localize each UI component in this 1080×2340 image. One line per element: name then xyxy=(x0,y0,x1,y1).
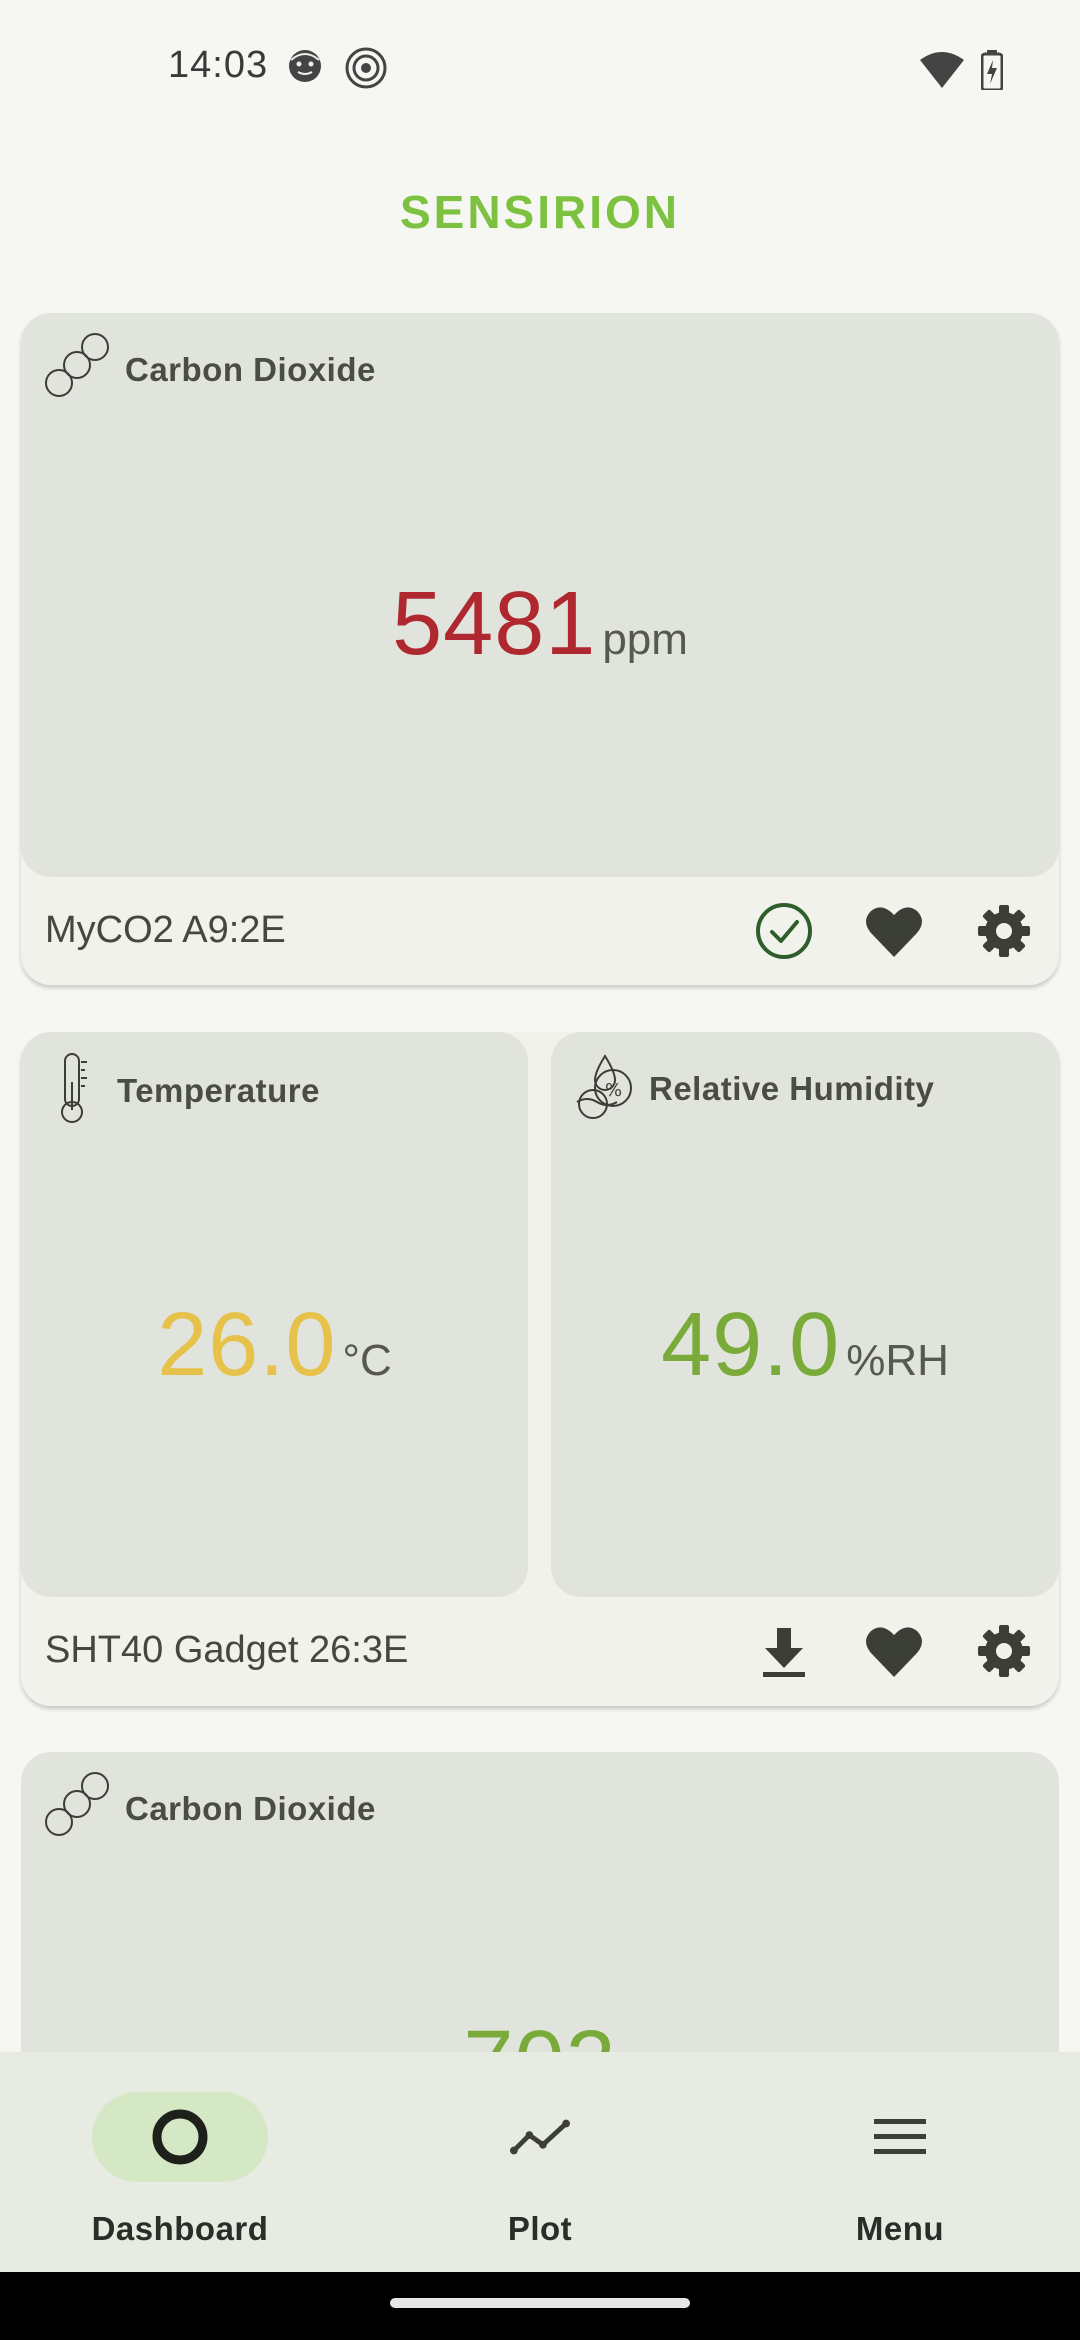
status-time: 14:03 xyxy=(168,44,269,86)
co2-molecule-icon xyxy=(43,1772,111,1845)
tile-title: Relative Humidity xyxy=(649,1069,935,1107)
system-gesture-bar xyxy=(0,2272,1080,2340)
status-bar: 14:03 xyxy=(0,0,1080,140)
reading-unit: °C xyxy=(342,1336,392,1385)
brand-logo: SENSIRION xyxy=(399,186,681,238)
app-screen: 14:03 SENSIRION Carbon Dioxide 5481ppm xyxy=(0,0,1080,2340)
reading-unit: %RH xyxy=(846,1336,949,1385)
humidity-drop-icon: % xyxy=(573,1052,635,1125)
nav-item-plot[interactable]: Plot xyxy=(360,2052,720,2272)
co2-reading: 5481 ppm xyxy=(21,573,1059,676)
tile-title: Carbon Dioxide xyxy=(125,350,376,388)
device-card-co2[interactable]: Carbon Dioxide 5481 ppm MyCO2 A9:2E xyxy=(21,313,1059,985)
battery-charging-icon xyxy=(980,50,1004,95)
co2-molecule-icon xyxy=(43,333,111,406)
thermometer-icon xyxy=(43,1052,103,1129)
target-icon xyxy=(344,46,388,95)
tile-header: % Relative Humidity xyxy=(573,1052,934,1125)
menu-hamburger-icon xyxy=(870,2107,930,2167)
co2-tile[interactable]: Carbon Dioxide 5481 ppm xyxy=(21,313,1059,877)
temperature-reading: 26.0 °C xyxy=(21,1294,528,1397)
nav-item-dashboard[interactable]: Dashboard xyxy=(0,2052,360,2272)
settings-gear-icon[interactable] xyxy=(972,899,1036,963)
temperature-tile[interactable]: Temperature 26.0 °C xyxy=(21,1032,528,1597)
device-name: MyCO2 A9:2E xyxy=(45,909,286,951)
tile-header: Carbon Dioxide xyxy=(43,333,376,406)
device-name: SHT40 Gadget 26:3E xyxy=(45,1629,409,1671)
download-icon[interactable] xyxy=(752,1619,816,1683)
reading-value: 26.0 xyxy=(157,1295,337,1395)
card-footer: SHT40 Gadget 26:3E xyxy=(21,1597,1059,1706)
tile-title: Carbon Dioxide xyxy=(125,1789,376,1827)
nav-item-menu[interactable]: Menu xyxy=(720,2052,1080,2272)
plot-line-icon xyxy=(510,2107,570,2167)
tile-header: Temperature xyxy=(43,1052,320,1129)
settings-gear-icon[interactable] xyxy=(972,1619,1036,1683)
bottom-navigation: Dashboard Plot Menu xyxy=(0,2052,1080,2272)
humidity-reading: 49.0 %RH xyxy=(551,1294,1059,1397)
tile-title: Temperature xyxy=(117,1071,320,1109)
device-card-sht40[interactable]: Temperature 26.0 °C % Relative Humidity 4… xyxy=(21,1032,1059,1706)
card-footer: MyCO2 A9:2E xyxy=(21,877,1059,985)
reading-unit: ppm xyxy=(602,615,688,664)
reading-value: 5481 xyxy=(392,574,597,674)
tile-header: Carbon Dioxide xyxy=(43,1772,376,1845)
favorite-heart-icon[interactable] xyxy=(862,899,926,963)
favorite-heart-icon[interactable] xyxy=(862,1619,926,1683)
dashboard-ring-icon xyxy=(150,2107,210,2167)
reading-value: 49.0 xyxy=(661,1295,841,1395)
face-icon xyxy=(287,48,323,89)
humidity-tile[interactable]: % Relative Humidity 49.0 %RH xyxy=(551,1032,1059,1597)
svg-text:%: % xyxy=(605,1080,622,1101)
nav-label: Plot xyxy=(507,2210,573,2247)
nav-label: Menu xyxy=(855,2210,945,2247)
home-gesture-handle[interactable] xyxy=(390,2298,690,2308)
wifi-icon xyxy=(920,52,964,93)
connected-check-icon[interactable] xyxy=(752,899,816,963)
nav-label: Dashboard xyxy=(91,2210,269,2247)
